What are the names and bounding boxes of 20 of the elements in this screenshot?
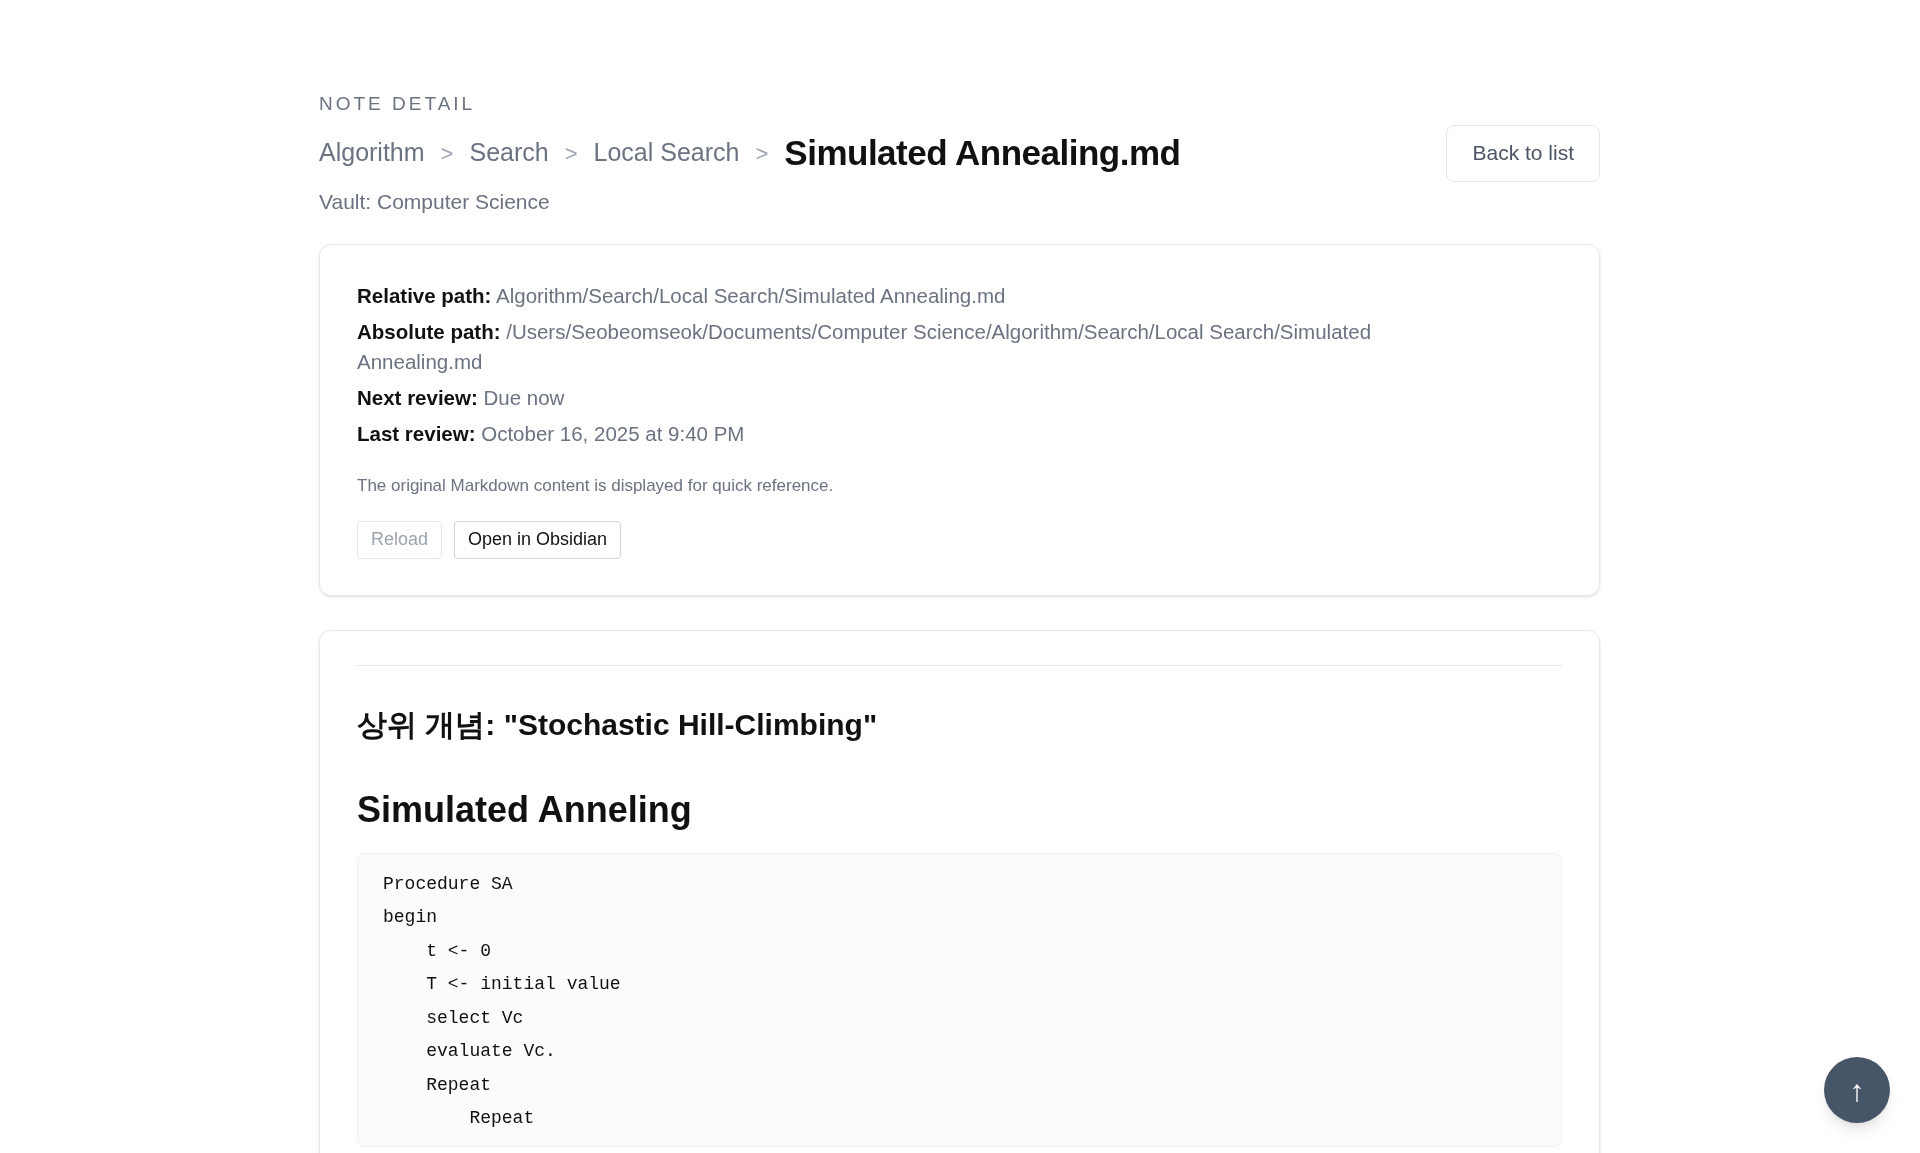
info-line: Next review: Due now <box>357 385 566 411</box>
info-line: Absolute path: /Users/Seobeomseok/Documents/Computer Science/Algorithm/Search/Local Search/Simulated Annealing.md <box>357 319 1373 375</box>
back-button[interactable]: Back to list <box>1446 124 1600 182</box>
breadcrumb-separator: > <box>755 139 769 168</box>
note-title: Simulated Annealing.md <box>784 131 1181 174</box>
breadcrumb-link[interactable]: Algorithm <box>319 134 425 172</box>
vault-label: Vault: Computer Science <box>319 188 551 215</box>
note-heading: Simulated Anneling <box>357 787 693 832</box>
action-button[interactable]: Open in Obsidian <box>454 520 622 559</box>
breadcrumb-link[interactable]: Search <box>469 134 549 172</box>
scroll-to-top-button[interactable]: ↑ <box>1824 1057 1890 1123</box>
breadcrumb-separator: > <box>440 139 454 168</box>
page-eyebrow: NOTE DETAIL <box>319 92 477 116</box>
breadcrumb-link[interactable]: Local Search <box>593 134 740 172</box>
info-line: Last review: October 16, 2025 at 9:40 PM <box>357 421 746 447</box>
section-heading: 상위 개념: "Stochastic Hill-Climbing" <box>357 706 879 743</box>
info-note: The original Markdown content is displayed for quick reference. <box>357 475 835 497</box>
breadcrumb-separator: > <box>564 139 578 168</box>
code-block: Procedure SA begin t <- 0 T <- initial value select Vc evaluate Vc. Repeat Repeat <box>357 852 1562 1147</box>
info-line: Relative path: Algorithm/Search/Local Search/Simulated Annealing.md <box>357 283 1007 309</box>
